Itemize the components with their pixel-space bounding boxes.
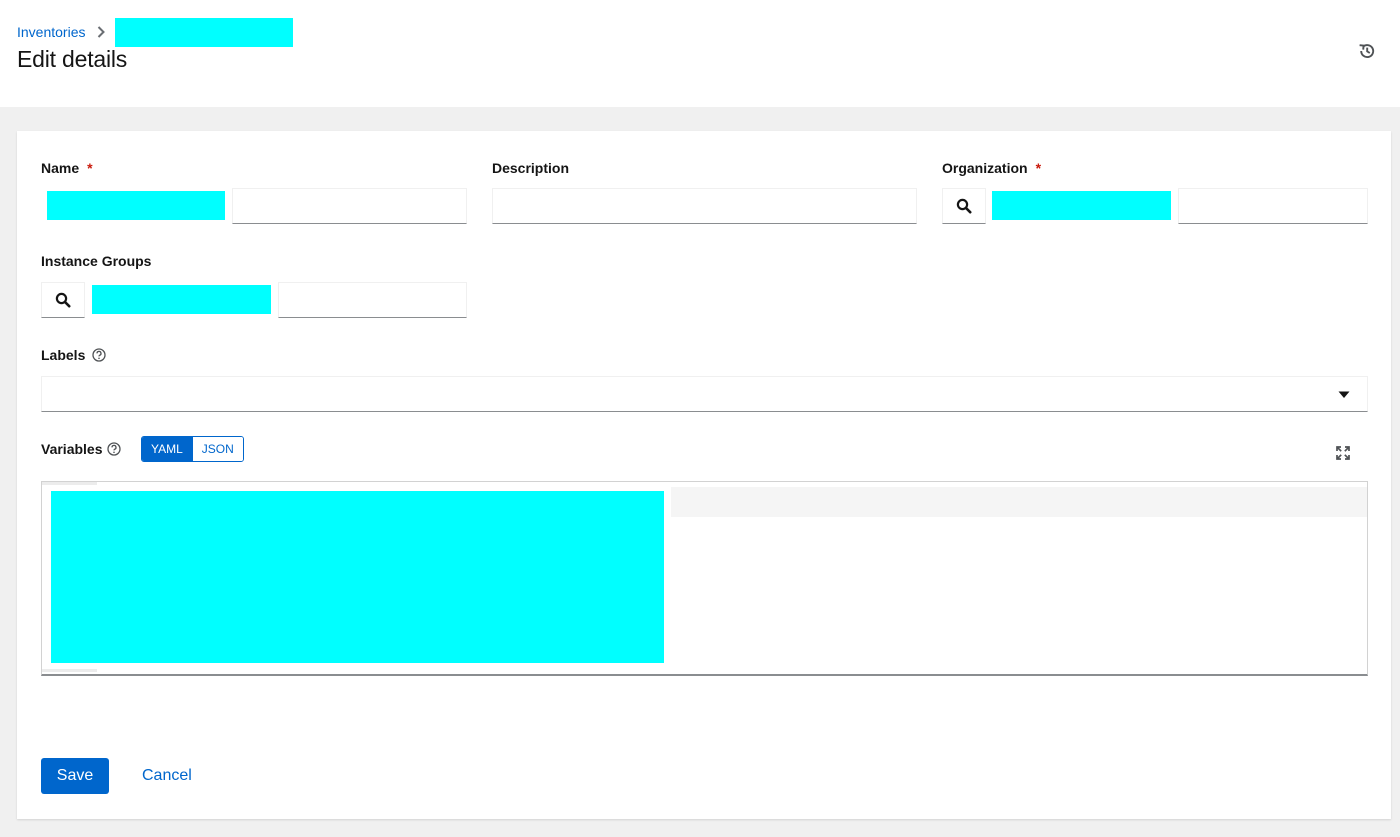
variables-label-text: Variables: [41, 441, 103, 457]
instance-groups-label-text: Instance Groups: [41, 253, 152, 269]
description-input[interactable]: [492, 188, 917, 224]
search-icon: [55, 292, 71, 308]
labels-select[interactable]: [41, 376, 1368, 412]
page-title: Edit details: [17, 46, 128, 72]
organization-input[interactable]: [1178, 188, 1368, 224]
help-icon[interactable]: [92, 348, 107, 362]
breadcrumb-current-redacted: [115, 17, 294, 47]
breadcrumb: Inventories: [17, 17, 294, 47]
editor-gutter: [42, 669, 97, 672]
chevron-right-icon: [97, 26, 106, 38]
toggle-yaml[interactable]: YAML: [142, 437, 192, 461]
expand-icon[interactable]: [1334, 444, 1352, 462]
breadcrumb-link-inventories[interactable]: Inventories: [17, 24, 85, 40]
search-icon: [956, 198, 972, 214]
labels-label-text: Labels: [41, 347, 86, 363]
editor-gutter: [42, 482, 97, 485]
organization-value-redacted: [992, 191, 1171, 220]
variables-code-editor[interactable]: [41, 481, 1368, 676]
labels-label: Labels: [41, 347, 107, 363]
name-input[interactable]: [232, 188, 467, 224]
description-label-text: Description: [492, 160, 570, 176]
name-value-redacted: [47, 191, 225, 220]
required-marker: *: [1035, 160, 1042, 176]
toggle-json[interactable]: JSON: [191, 437, 243, 461]
form-card: Name * Description Organization * Instan…: [17, 131, 1391, 819]
instance-groups-search-button[interactable]: [41, 282, 85, 318]
name-label: Name *: [41, 160, 93, 176]
instance-groups-value-redacted: [92, 285, 271, 314]
variables-mode-toggle: YAML JSON: [141, 436, 244, 462]
editor-active-line: [671, 487, 1367, 517]
instance-groups-label: Instance Groups: [41, 253, 151, 269]
history-icon[interactable]: [1356, 40, 1378, 62]
instance-groups-input[interactable]: [278, 282, 467, 318]
variables-label: Variables: [41, 441, 121, 457]
required-marker: *: [87, 160, 93, 176]
variables-content-redacted: [51, 491, 664, 663]
organization-label: Organization *: [942, 160, 1041, 176]
help-icon[interactable]: [106, 442, 121, 456]
cancel-button[interactable]: Cancel: [129, 758, 205, 794]
organization-label-text: Organization: [942, 160, 1028, 176]
save-button[interactable]: Save: [41, 758, 109, 794]
organization-search-button[interactable]: [942, 188, 986, 224]
description-label: Description: [492, 160, 569, 176]
caret-down-icon: [1338, 391, 1350, 398]
page-header: Inventories Edit details: [0, 0, 1400, 107]
name-label-text: Name: [41, 160, 80, 176]
